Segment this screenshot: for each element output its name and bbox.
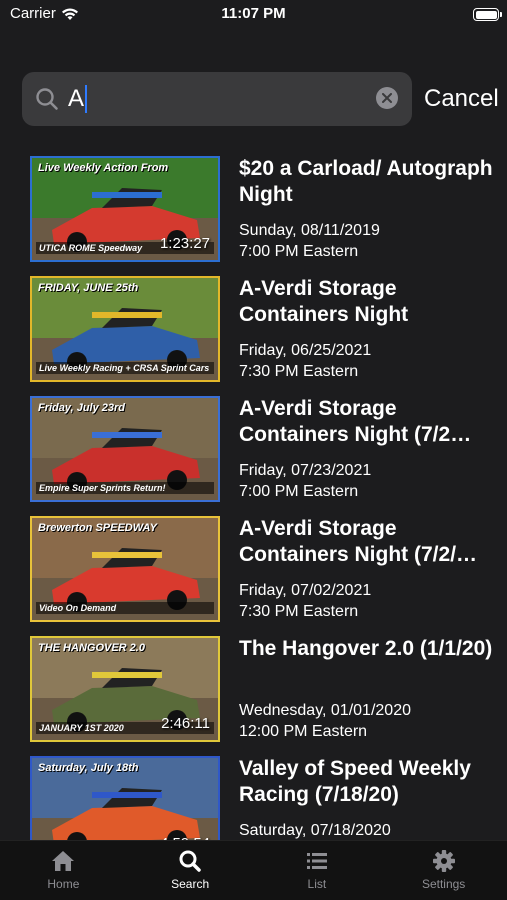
thumbnail-caption: Live Weekly Action From bbox=[38, 162, 169, 174]
event-date: Friday, 07/02/2021 bbox=[239, 582, 372, 599]
result-row[interactable]: FRIDAY, JUNE 25th Live Weekly Racing + C… bbox=[0, 270, 507, 390]
event-title: $20 a Carload/ Autograph Night bbox=[239, 157, 493, 206]
video-thumbnail[interactable]: FRIDAY, JUNE 25th Live Weekly Racing + C… bbox=[30, 276, 220, 382]
search-icon bbox=[36, 88, 58, 110]
search-bar: A Cancel bbox=[22, 72, 502, 126]
event-date: Friday, 07/23/2021 bbox=[239, 462, 372, 479]
tab-list-label: List bbox=[307, 877, 327, 891]
clear-search-button[interactable] bbox=[376, 87, 398, 109]
thumbnail-footer: Live Weekly Racing + CRSA Sprint Cars bbox=[36, 362, 214, 374]
thumbnail-caption: FRIDAY, JUNE 25th bbox=[38, 282, 139, 294]
result-row[interactable]: Brewerton SPEEDWAY Video On Demand A-Ver… bbox=[0, 510, 507, 630]
status-time: 11:07 PM bbox=[221, 5, 286, 22]
tab-bar: Home Search List Settings bbox=[0, 840, 507, 900]
video-thumbnail[interactable]: Brewerton SPEEDWAY Video On Demand bbox=[30, 516, 220, 622]
video-thumbnail[interactable]: Saturday, July 18th 4:59:54 bbox=[30, 756, 220, 840]
tab-settings[interactable]: Settings bbox=[380, 841, 507, 900]
tab-search[interactable]: Search bbox=[127, 841, 254, 900]
thumbnail-footer: Empire Super Sprints Return! bbox=[36, 482, 214, 494]
search-field[interactable]: A bbox=[22, 72, 412, 126]
tab-home[interactable]: Home bbox=[0, 841, 127, 900]
event-date: Wednesday, 01/01/2020 bbox=[239, 702, 411, 719]
result-row[interactable]: THE HANGOVER 2.0 JANUARY 1ST 2020 2:46:1… bbox=[0, 630, 507, 750]
result-row[interactable]: Saturday, July 18th 4:59:54 Valley of Sp… bbox=[0, 750, 507, 840]
battery-icon bbox=[473, 8, 502, 21]
list-icon bbox=[306, 853, 327, 869]
video-thumbnail[interactable]: Friday, July 23rd Empire Super Sprints R… bbox=[30, 396, 220, 502]
house-icon bbox=[52, 851, 75, 871]
event-time: 7:30 PM Eastern bbox=[239, 603, 359, 620]
event-time: 12:00 PM Eastern bbox=[239, 723, 368, 740]
tab-settings-label: Settings bbox=[421, 877, 466, 891]
event-title: A-Verdi Storage Containers Night bbox=[239, 277, 409, 326]
tab-search-label: Search bbox=[171, 877, 210, 891]
search-query: A bbox=[68, 85, 85, 112]
event-date: Friday, 06/25/2021 bbox=[239, 342, 372, 359]
tab-list[interactable]: List bbox=[254, 841, 381, 900]
magnifying-glass-icon bbox=[179, 850, 201, 872]
gear-icon bbox=[432, 850, 455, 872]
thumbnail-caption: Brewerton SPEEDWAY bbox=[38, 522, 157, 534]
cancel-button[interactable]: Cancel bbox=[424, 85, 499, 113]
thumbnail-footer: Video On Demand bbox=[36, 602, 214, 614]
result-row[interactable]: Live Weekly Action From UTICA ROME Speed… bbox=[0, 150, 507, 270]
thumbnail-caption: THE HANGOVER 2.0 bbox=[38, 642, 145, 654]
text-cursor bbox=[85, 85, 88, 113]
event-date: Sunday, 08/11/2019 bbox=[239, 222, 380, 239]
thumbnail-caption: Friday, July 23rd bbox=[38, 402, 126, 414]
status-bar: Carrier 11:07 PM bbox=[0, 0, 507, 30]
thumbnail-caption: Saturday, July 18th bbox=[38, 762, 139, 774]
search-results-list[interactable]: Live Weekly Action From UTICA ROME Speed… bbox=[0, 150, 507, 840]
video-thumbnail[interactable]: Live Weekly Action From UTICA ROME Speed… bbox=[30, 156, 220, 262]
clear-icon bbox=[382, 93, 392, 103]
event-time: 7:00 PM Eastern bbox=[239, 483, 359, 500]
video-thumbnail[interactable]: THE HANGOVER 2.0 JANUARY 1ST 2020 2:46:1… bbox=[30, 636, 220, 742]
video-duration: 2:46:11 bbox=[161, 715, 210, 732]
result-row[interactable]: Friday, July 23rd Empire Super Sprints R… bbox=[0, 390, 507, 510]
event-title: Valley of Speed Weekly Racing (7/18/20) bbox=[239, 757, 471, 806]
event-title: A-Verdi Storage Containers Night (7/2… bbox=[239, 397, 472, 446]
event-time: 7:30 PM Eastern bbox=[239, 363, 359, 380]
search-input[interactable]: A bbox=[68, 85, 358, 113]
event-date: Saturday, 07/18/2020 bbox=[239, 822, 391, 839]
event-title: The Hangover 2.0 (1/1/20) bbox=[239, 637, 493, 660]
video-duration: 1:23:27 bbox=[159, 235, 210, 252]
event-title: A-Verdi Storage Containers Night (7/2/… bbox=[239, 517, 478, 566]
event-time: 7:00 PM Eastern bbox=[239, 243, 359, 260]
tab-home-label: Home bbox=[47, 877, 80, 891]
